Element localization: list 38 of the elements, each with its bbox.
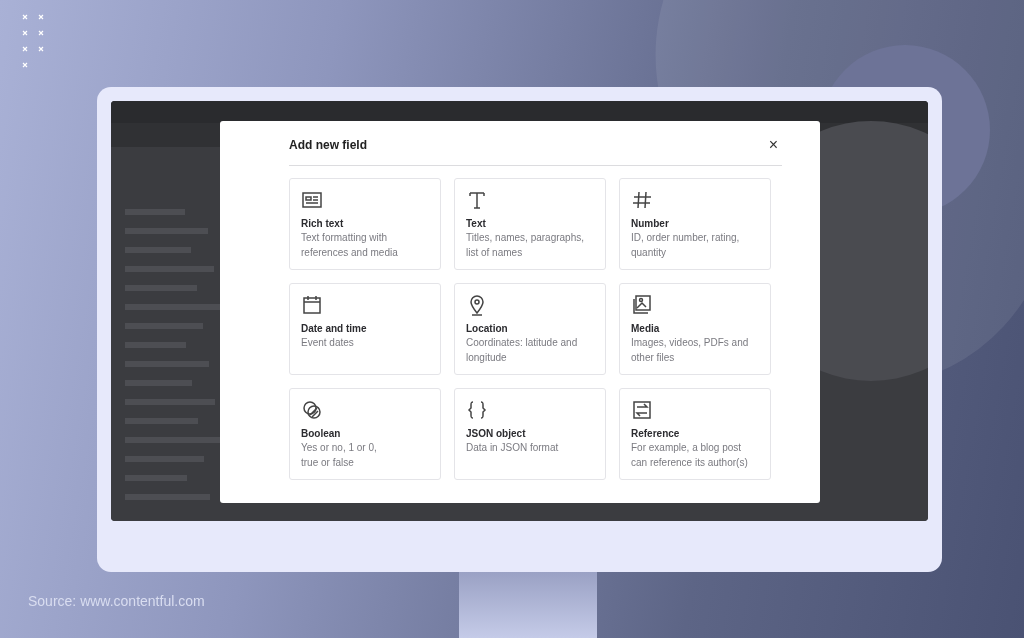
field-type-description: Coordinates: latitude and longitude [466, 336, 579, 365]
field-type-card[interactable]: JSON object Data in JSON format [454, 388, 606, 480]
braces-icon [466, 399, 488, 421]
field-type-title: Media [631, 322, 661, 335]
field-type-title: Number [631, 217, 670, 230]
field-type-title: Reference [631, 427, 681, 440]
text-card-icon [301, 189, 323, 211]
field-type-description: Yes or no, 1 or 0, true or false [301, 441, 378, 470]
letter-t-icon [466, 189, 488, 211]
images-icon [631, 294, 653, 316]
field-type-description: Event dates [301, 336, 355, 350]
hash-icon [631, 189, 653, 211]
field-type-card[interactable]: Reference For example, a blog post can reference its author(s) [619, 388, 771, 480]
field-type-card[interactable]: Number ID, order number, rating, quantity [619, 178, 771, 270]
calendar-icon [301, 294, 323, 316]
field-type-card[interactable]: Location Coordinates: latitude and longitude [454, 283, 606, 375]
field-type-description: ID, order number, rating, quantity [631, 231, 741, 260]
field-type-card[interactable]: Text Titles, names, paragraphs, list of names [454, 178, 606, 270]
field-type-description: For example, a blog post can reference its author(s) [631, 441, 749, 470]
field-type-title: Boolean [301, 427, 342, 440]
field-type-title: Location [466, 322, 509, 335]
field-type-title: Text [466, 217, 487, 230]
field-type-description: Text formatting with references and media [301, 231, 399, 260]
field-type-card[interactable]: Rich text Text formatting with references and media [289, 178, 441, 270]
field-type-title: JSON object [466, 427, 527, 440]
field-type-card[interactable]: Media Images, videos, PDFs and other files [619, 283, 771, 375]
dialog-title: Add new field [289, 137, 367, 154]
field-type-title: Date and time [301, 322, 368, 335]
swap-arrows-icon [631, 399, 653, 421]
field-type-card[interactable]: Boolean Yes or no, 1 or 0, true or false [289, 388, 441, 480]
field-type-title: Rich text [301, 217, 345, 230]
close-button[interactable]: × [764, 137, 782, 153]
field-type-description: Data in JSON format [466, 441, 560, 455]
field-type-card[interactable]: Date and time Event dates [289, 283, 441, 375]
field-type-description: Titles, names, paragraphs, list of names [466, 231, 586, 260]
source-caption: Source: www.contentful.com [28, 592, 205, 611]
toggle-circles-icon [301, 399, 323, 421]
field-type-description: Images, videos, PDFs and other files [631, 336, 750, 365]
